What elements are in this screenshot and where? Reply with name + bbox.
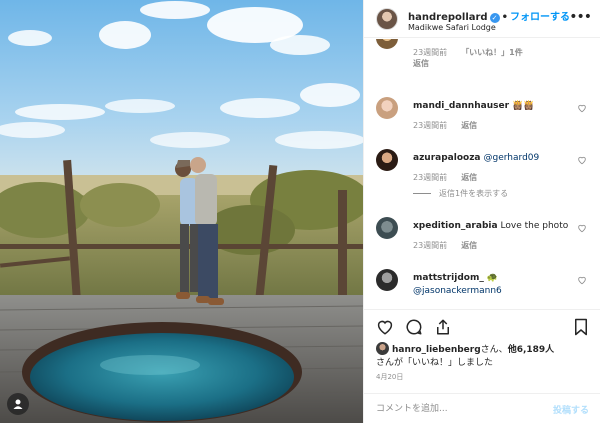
like-comment-heart-icon[interactable]: [577, 103, 587, 113]
likes-count-link[interactable]: 他6,189人: [508, 345, 554, 355]
commenter-username[interactable]: mandi_dannhauser: [413, 101, 509, 111]
safari-deck-image: [0, 0, 363, 423]
post-photo[interactable]: [0, 0, 363, 423]
commenter-avatar[interactable]: [376, 269, 398, 291]
commenter-avatar[interactable]: [376, 39, 398, 49]
likes-text-2: さんが「いいね！」しました: [376, 358, 494, 368]
likes-summary: hanro_liebenbergさん、他6,189人 さんが「いいね！」しました: [376, 342, 591, 370]
share-upload-icon[interactable]: [434, 318, 452, 336]
commenter-username[interactable]: mattstrijdom_: [413, 273, 484, 283]
comment-bubble-icon[interactable]: [405, 318, 423, 336]
comment-body: 👸🏽👸🏽: [512, 101, 535, 111]
comment-text: mandi_dannhauser 👸🏽👸🏽: [413, 100, 573, 113]
separator-dot: •: [501, 12, 508, 23]
comment-body: Love the photo: [500, 221, 569, 231]
comment-like-count[interactable]: 「いいね！」1件: [461, 48, 523, 57]
add-comment-input[interactable]: [376, 401, 536, 417]
post-actions: hanro_liebenbergさん、他6,189人 さんが「いいね！」しました…: [364, 309, 600, 423]
comment-meta: 23週間前 返信: [413, 120, 491, 131]
commenter-username[interactable]: xpedition_arabia: [413, 221, 498, 231]
comment-time[interactable]: 23週間前: [413, 48, 447, 57]
comment-mention[interactable]: @jasonackermann6: [413, 286, 502, 296]
comment-meta: 23週間前 返信: [413, 172, 491, 183]
liker-username[interactable]: hanro_liebenberg: [392, 345, 481, 355]
commenter-username[interactable]: azurapalooza: [413, 153, 481, 163]
reply-button[interactable]: 返信: [413, 59, 429, 68]
comment-text: xpedition_arabia Love the photo: [413, 220, 573, 233]
comment-list[interactable]: 23週間前 「いいね！」1件 返信 mandi_dannhauser 👸🏽👸🏽 23…: [364, 39, 600, 309]
comment-composer: 投稿する: [364, 393, 600, 423]
reply-button[interactable]: 返信: [461, 241, 477, 250]
bookmark-icon[interactable]: [573, 318, 589, 336]
view-replies-label: 返信1件を表示する: [439, 189, 509, 198]
comment-body: 🐢: [486, 273, 499, 283]
comment-time[interactable]: 23週間前: [413, 121, 447, 130]
like-comment-heart-icon[interactable]: [577, 155, 587, 165]
like-comment-heart-icon[interactable]: [577, 275, 587, 285]
comment-reply-row: 返信: [413, 58, 443, 69]
replies-divider: [413, 193, 431, 194]
post-comment-button[interactable]: 投稿する: [553, 403, 589, 416]
reply-button[interactable]: 返信: [461, 173, 477, 182]
likes-text-1: さん、: [480, 345, 508, 355]
view-replies-button[interactable]: 返信1件を表示する: [413, 188, 508, 199]
comment-time[interactable]: 23週間前: [413, 241, 447, 250]
comment-text: azurapalooza @gerhard09: [413, 152, 573, 165]
person-icon: [13, 399, 23, 409]
comment-time[interactable]: 23週間前: [413, 173, 447, 182]
comment-mention[interactable]: @gerhard09: [484, 153, 540, 163]
follow-button[interactable]: フォローする: [510, 12, 570, 23]
like-heart-icon[interactable]: [376, 318, 394, 336]
reply-button[interactable]: 返信: [461, 121, 477, 130]
author-username[interactable]: handrepollard: [408, 12, 488, 23]
post-date[interactable]: 4月20日: [376, 372, 403, 382]
commenter-avatar[interactable]: [376, 149, 398, 171]
like-comment-heart-icon[interactable]: [577, 223, 587, 233]
tagged-users-button[interactable]: [7, 393, 29, 415]
location-link[interactable]: Madikwe Safari Lodge: [408, 23, 496, 32]
author-line: handrepollard ✓ • フォローする: [408, 8, 570, 23]
comment-meta: 23週間前 「いいね！」1件: [413, 47, 537, 58]
post-header: handrepollard ✓ • フォローする Madikwe Safari Lod…: [364, 0, 600, 38]
commenter-avatar[interactable]: [376, 97, 398, 119]
author-avatar[interactable]: [376, 8, 398, 30]
comment-text: mattstrijdom_ 🐢 @jasonackermann6: [413, 272, 573, 298]
verified-badge-icon: ✓: [489, 13, 500, 23]
commenter-avatar[interactable]: [376, 217, 398, 239]
post-side-panel: handrepollard ✓ • フォローする Madikwe Safari Lod…: [363, 0, 600, 423]
liker-avatar[interactable]: [376, 342, 389, 355]
more-horizontal-icon[interactable]: •••: [569, 9, 592, 25]
comment-meta: 23週間前 返信: [413, 240, 491, 251]
